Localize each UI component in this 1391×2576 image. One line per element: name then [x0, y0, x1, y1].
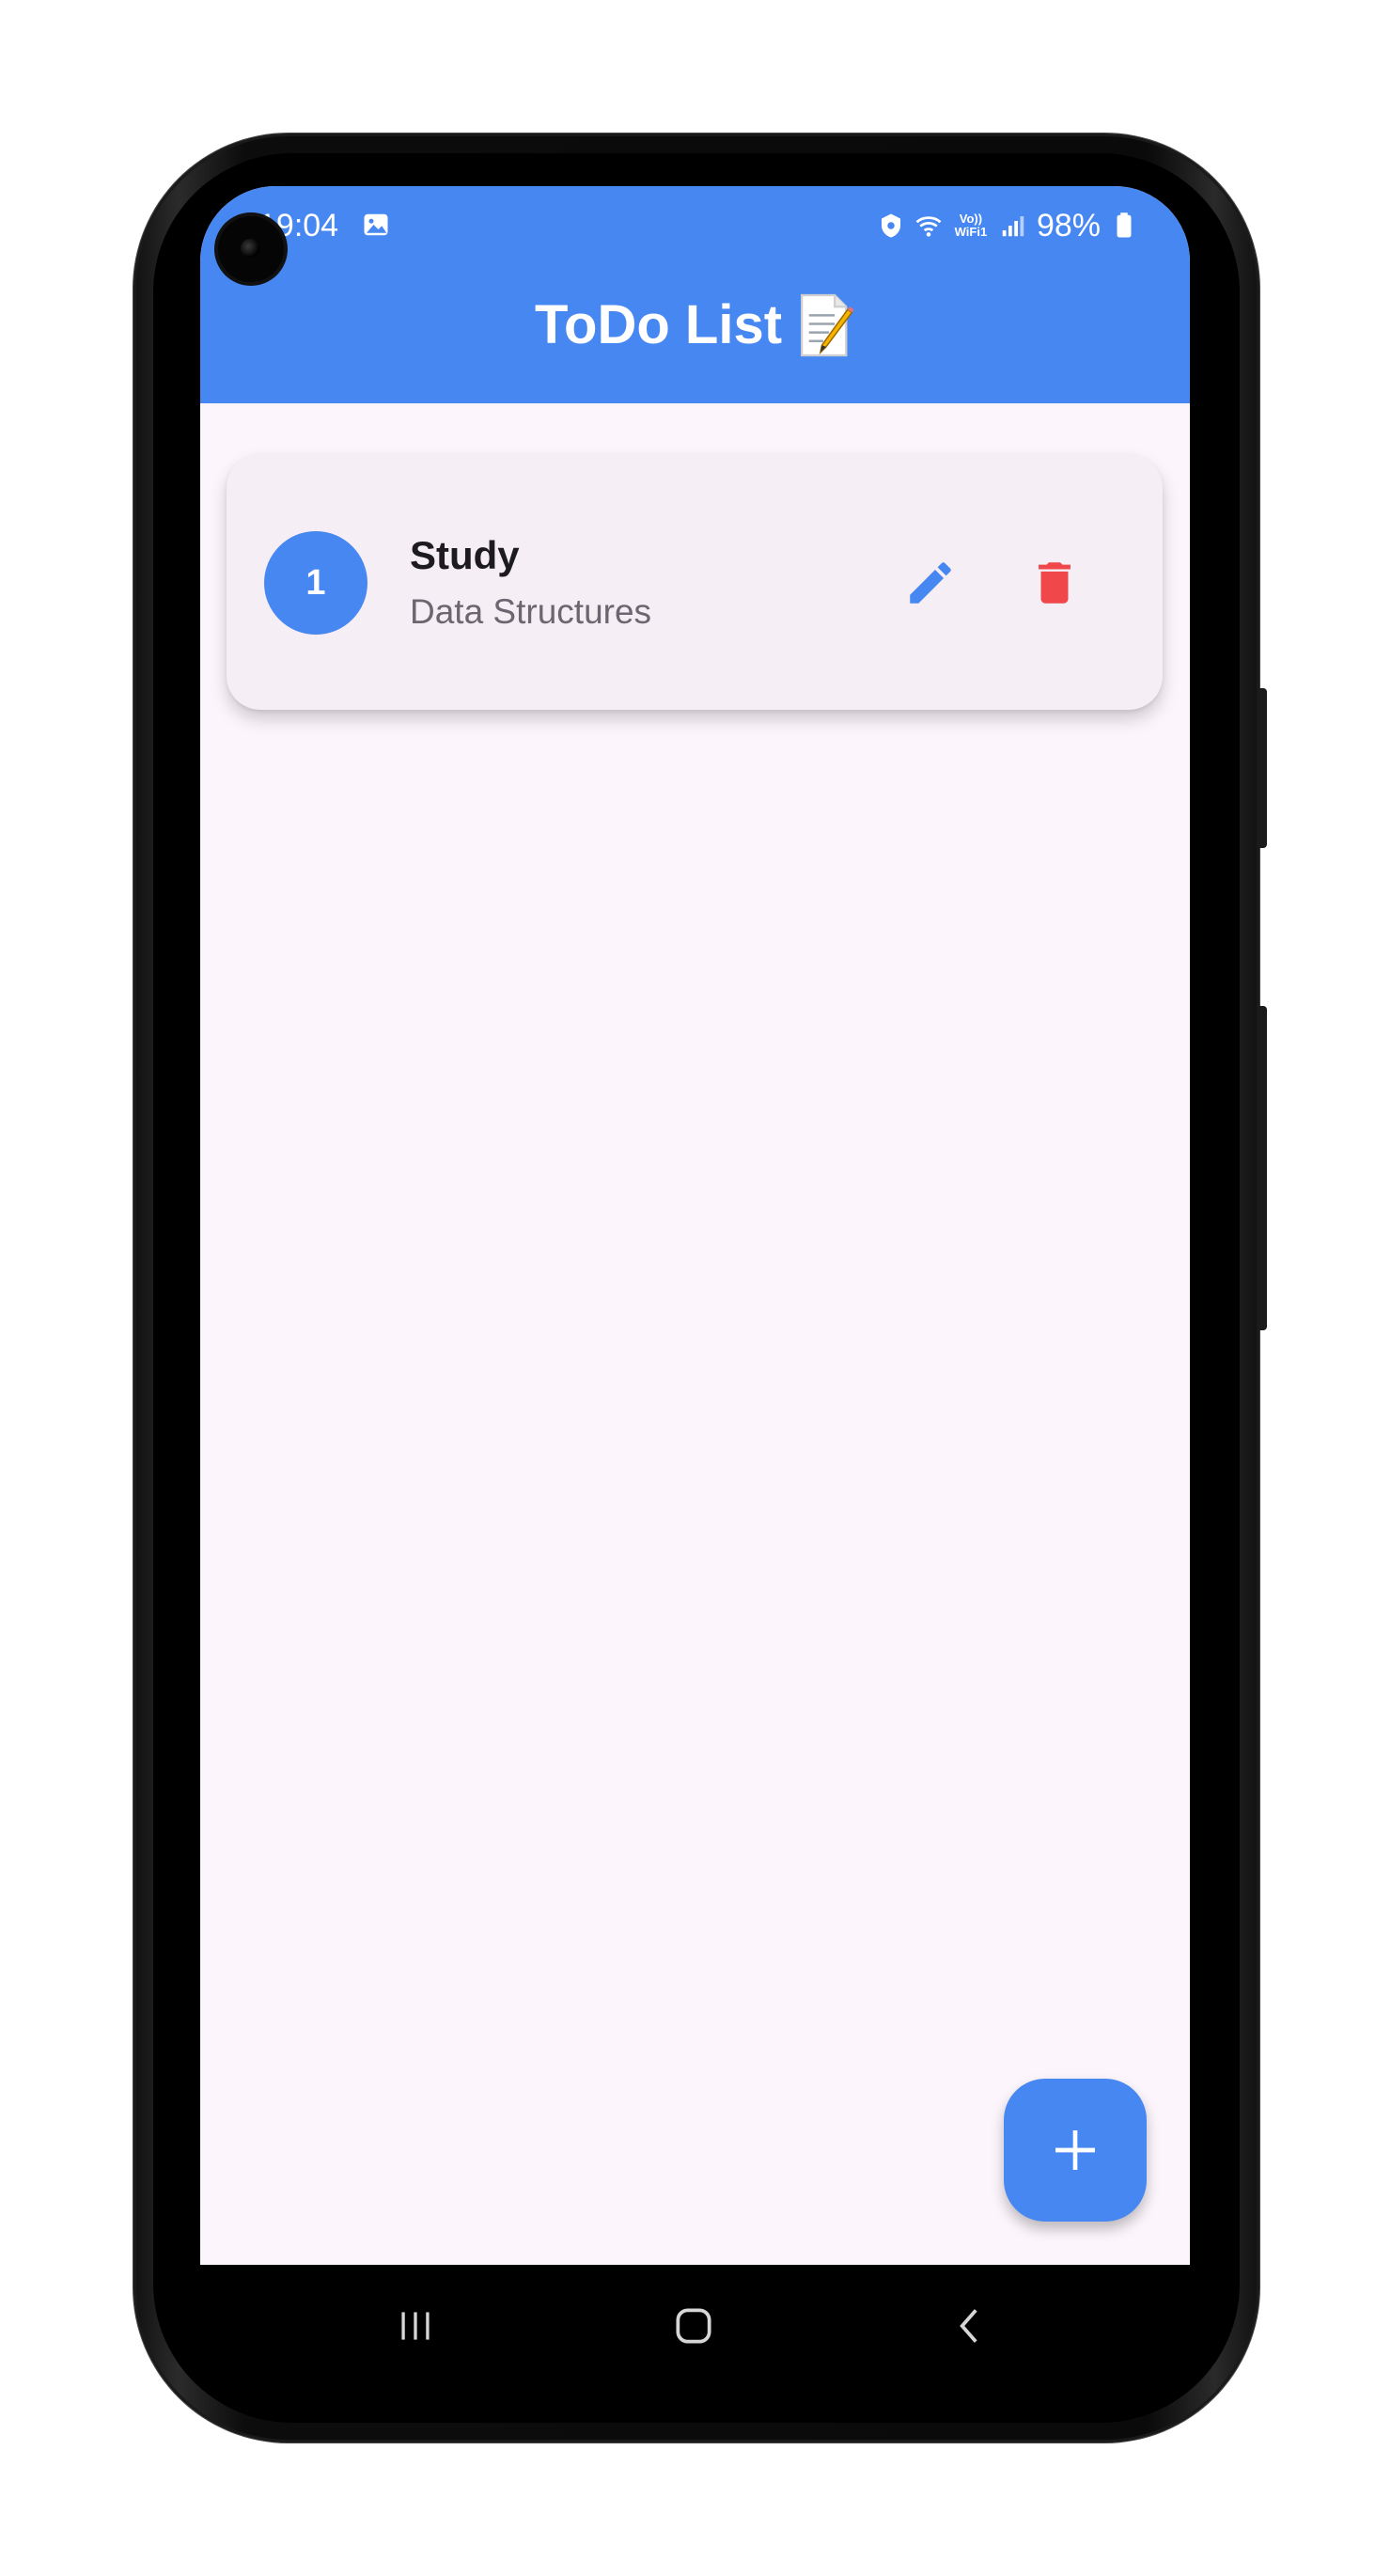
app-bar: 19:04 Vo)) WiFi1 98% ToDo List: [200, 186, 1190, 403]
security-icon: [881, 213, 900, 238]
home-icon: [676, 2308, 711, 2344]
device-frame: 19:04 Vo)) WiFi1 98% ToDo List 1 Study D…: [0, 0, 1391, 2576]
signal-icon: [1002, 216, 1024, 237]
battery-icon: [1117, 212, 1132, 238]
pencil-icon: [910, 562, 951, 604]
back-button[interactable]: [932, 2293, 1008, 2359]
status-bar: 19:04 Vo)) WiFi1 98%: [200, 203, 1190, 248]
app-title-bar: ToDo List: [200, 288, 1190, 363]
wifi-icon: [915, 216, 942, 237]
delete-button[interactable]: [1020, 548, 1089, 618]
app-title: ToDo List: [534, 294, 783, 355]
add-task-button[interactable]: [1004, 2079, 1147, 2222]
task-number-avatar: 1: [264, 531, 367, 635]
task-card[interactable]: 1 Study Data Structures: [227, 454, 1163, 710]
battery-percent: 98%: [1036, 208, 1101, 243]
system-nav-bar: [190, 2265, 1201, 2387]
recents-icon: [401, 2312, 430, 2340]
volte-indicator: Vo)) WiFi1: [954, 212, 988, 239]
task-description: Data Structures: [410, 592, 652, 631]
plus-icon: [1055, 2130, 1095, 2170]
power-button: [1258, 1006, 1267, 1330]
edit-button[interactable]: [896, 548, 965, 618]
task-list: 1 Study Data Structures: [200, 403, 1190, 2267]
gallery-icon: [364, 213, 388, 236]
trash-icon: [1039, 562, 1071, 604]
front-camera: [218, 216, 284, 282]
volume-button: [1258, 688, 1267, 848]
screen: 19:04 Vo)) WiFi1 98% ToDo List 1 Study D…: [200, 186, 1190, 2267]
task-title: Study: [410, 533, 520, 577]
recents-button[interactable]: [378, 2293, 453, 2359]
back-icon: [960, 2309, 977, 2343]
memo-icon: [801, 293, 854, 357]
status-icons: Vo)) WiFi1 98%: [877, 203, 1138, 248]
home-button[interactable]: [656, 2293, 731, 2359]
